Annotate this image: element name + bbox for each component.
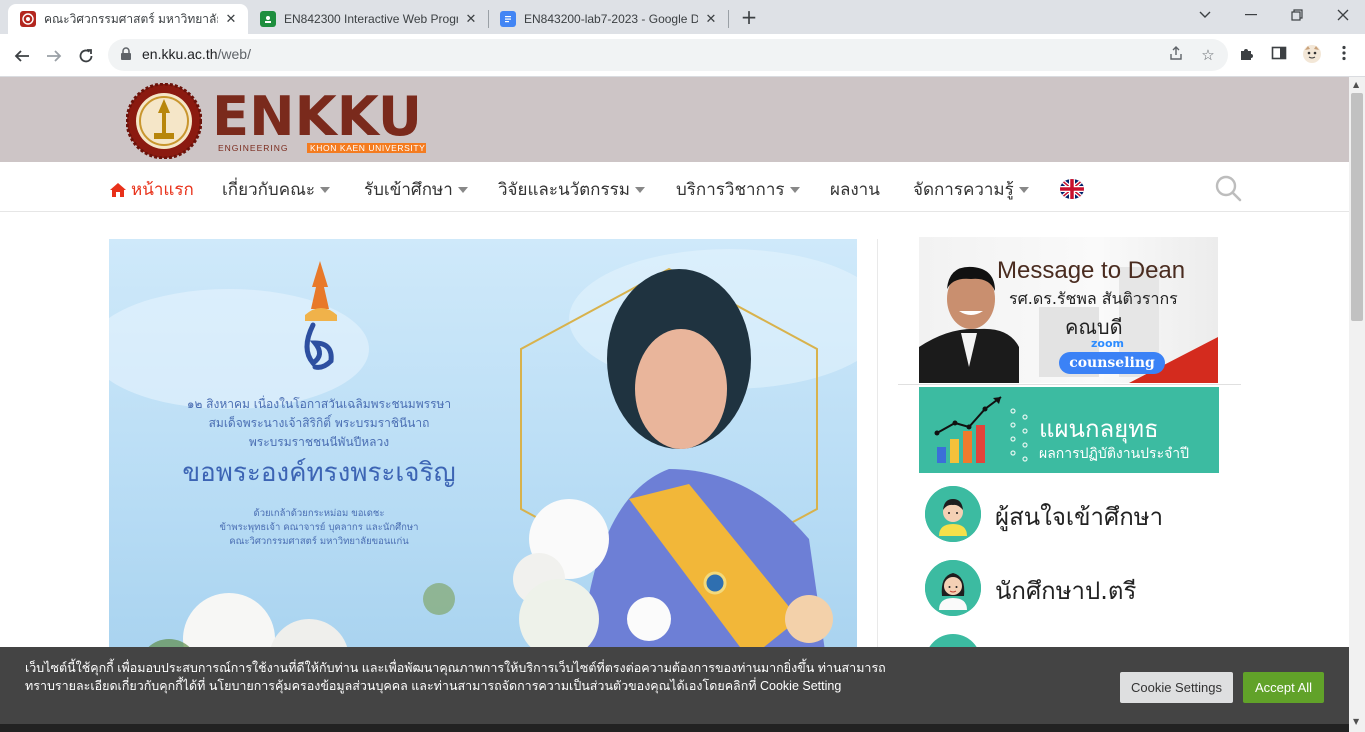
banner-headline: ขอพระองค์ทรงพระเจริญ (182, 458, 456, 488)
caret-down-icon (1018, 186, 1029, 193)
cookie-message: เว็บไซต์นี้ใช้คุกกี้ เพื่อมอบประสบการณ์ก… (25, 661, 886, 693)
close-tab-icon[interactable]: ✕ (222, 11, 240, 27)
tab-title: EN842300 Interactive Web Programming (284, 12, 458, 26)
nav-label: วิจัยและนวัตกรรม (498, 180, 630, 200)
restore-icon[interactable] (1274, 0, 1320, 30)
back-arrow-icon[interactable] (8, 42, 36, 70)
close-tab-icon[interactable]: ✕ (462, 11, 480, 27)
nav-label: หน้าแรก (131, 180, 194, 200)
tab-search-icon[interactable] (1182, 0, 1228, 30)
tab-separator (728, 10, 729, 28)
enkku-logo[interactable]: ENKKU ENGINEERING KHON KAEN UNIVERSITY (212, 87, 426, 153)
main-navigation: หน้าแรก เกี่ยวกับคณะ รับเข้าศึกษา วิจัยแ… (0, 162, 1349, 212)
search-icon[interactable] (1214, 174, 1242, 202)
google-docs-icon (500, 11, 516, 27)
banner-line-2: สมเด็จพระนางเจ้าสิริกิติ์ พระบรมราชินีนา… (208, 416, 430, 430)
hero-banner[interactable]: ๑๒ สิงหาคม เนื่องในโอกาสวันเฉลิมพระชนมพร… (109, 239, 857, 679)
reload-icon[interactable] (72, 42, 100, 70)
nav-label: บริการวิชาการ (676, 180, 785, 200)
growth-chart-icon (934, 396, 1028, 463)
accept-all-button[interactable]: Accept All (1243, 672, 1324, 703)
nav-label: ผลงาน (830, 180, 880, 200)
scroll-up-arrow-icon[interactable]: ▲ (1353, 80, 1359, 89)
caret-down-icon (634, 186, 645, 193)
caret-down-icon (457, 186, 468, 193)
page-viewport: ENKKU ENGINEERING KHON KAEN UNIVERSITY ห… (0, 77, 1349, 732)
side-panel-icon[interactable] (1267, 44, 1291, 68)
zoom-logo: zoom (1091, 337, 1124, 350)
new-tab-icon[interactable]: + (738, 4, 760, 30)
nav-label: รับเข้าศึกษา (364, 180, 453, 200)
google-classroom-icon (260, 11, 276, 27)
tab-google-docs[interactable]: EN843200-lab7-2023 - Google Docs ✕ (488, 4, 728, 34)
profile-avatar-icon[interactable] (1300, 44, 1324, 68)
nav-research[interactable]: วิจัยและนวัตกรรม (498, 176, 645, 203)
browser-toolbar: en.kku.ac.th/web/ ☆ (0, 34, 1365, 77)
scrollbar-thumb[interactable] (1351, 93, 1363, 321)
cookie-consent-bar: เว็บไซต์นี้ใช้คุกกี้ เพื่อมอบประสบการณ์ก… (0, 647, 1349, 724)
page-scrollbar[interactable]: ▲ ▼ (1349, 77, 1365, 732)
svg-text:KHON KAEN UNIVERSITY: KHON KAEN UNIVERSITY (310, 143, 425, 153)
nav-about[interactable]: เกี่ยวกับคณะ (222, 176, 330, 203)
url-text: en.kku.ac.th/web/ (142, 46, 251, 62)
strategy-subtitle: ผลการปฏิบัติงานประจำปี (1039, 446, 1190, 462)
quick-link-label: นักศึกษาป.ตรี (995, 577, 1137, 605)
nav-label: เกี่ยวกับคณะ (222, 180, 315, 200)
student-boy-icon (925, 486, 981, 542)
minimize-icon[interactable] (1228, 0, 1274, 30)
uk-flag-icon[interactable] (1060, 179, 1084, 199)
banner-sub-2: ข้าพระพุทธเจ้า คณาจารย์ บุคลากร และนักศึ… (219, 522, 419, 533)
kku-seal-logo[interactable] (126, 83, 202, 159)
banner-sub-1: ด้วยเกล้าด้วยกระหม่อม ขอเดชะ (253, 508, 385, 519)
sidebar-divider (898, 384, 1241, 385)
kku-favicon-icon (20, 11, 36, 27)
dean-message-card[interactable]: Message to Dean รศ.ดร.รัชพล สันติวรากร ค… (919, 237, 1218, 383)
dean-name: รศ.ดร.รัชพล สันติวรากร (1009, 289, 1178, 308)
home-icon (110, 182, 126, 197)
lock-icon[interactable] (120, 47, 132, 61)
nav-home[interactable]: หน้าแรก (109, 176, 194, 203)
browser-tab-bar: คณะวิศวกรรมศาสตร์ มหาวิทยาลัยขอนแก่น ✕ E… (0, 0, 1365, 34)
tab-kku[interactable]: คณะวิศวกรรมศาสตร์ มหาวิทยาลัยขอนแก่น ✕ (8, 4, 248, 34)
scroll-down-arrow-icon[interactable]: ▼ (1353, 717, 1359, 726)
close-tab-icon[interactable]: ✕ (702, 11, 720, 27)
quick-link-label: ผู้สนใจเข้าศึกษา (995, 503, 1164, 531)
page-below-cookie-bar (0, 724, 1349, 732)
site-header: ENKKU ENGINEERING KHON KAEN UNIVERSITY (0, 77, 1349, 162)
nav-knowledge-management[interactable]: จัดการความรู้ (913, 176, 1029, 203)
banner-line-3: พระบรมราชชนนีพันปีหลวง (248, 435, 390, 449)
cookie-settings-button[interactable]: Cookie Settings (1120, 672, 1233, 703)
close-window-icon[interactable] (1320, 0, 1365, 30)
extensions-puzzle-icon[interactable] (1235, 44, 1259, 68)
quick-link-prospective[interactable]: ผู้สนใจเข้าศึกษา (919, 482, 1219, 546)
bookmark-star-icon[interactable]: ☆ (1198, 45, 1218, 65)
tab-title: EN843200-lab7-2023 - Google Docs (524, 12, 698, 26)
nav-works[interactable]: ผลงาน (830, 176, 880, 203)
forward-arrow-icon[interactable] (40, 42, 68, 70)
quick-link-undergrad[interactable]: นักศึกษาป.ตรี (919, 556, 1219, 620)
nav-admission[interactable]: รับเข้าศึกษา (364, 176, 468, 203)
caret-down-icon (789, 186, 800, 193)
nav-label: จัดการความรู้ (913, 180, 1014, 200)
tab-title: คณะวิศวกรรมศาสตร์ มหาวิทยาลัยขอนแก่น (44, 11, 218, 26)
banner-sub-3: คณะวิศวกรรมศาสตร์ มหาวิทยาลัยขอนแก่น (229, 536, 409, 547)
counseling-badge: counseling (1059, 352, 1165, 374)
dean-title: Message to Dean (997, 257, 1186, 284)
address-bar[interactable]: en.kku.ac.th/web/ ☆ (108, 39, 1228, 71)
student-girl-icon (925, 560, 981, 616)
share-icon[interactable] (1166, 45, 1186, 65)
svg-text:ENGINEERING: ENGINEERING (218, 143, 289, 153)
caret-down-icon (319, 186, 330, 193)
nav-academic-service[interactable]: บริการวิชาการ (676, 176, 800, 203)
strategy-plan-card[interactable]: แผนกลยุทธ ผลการปฏิบัติงานประจำปี (919, 387, 1219, 473)
tab-classroom[interactable]: EN842300 Interactive Web Programming ✕ (248, 4, 488, 34)
banner-line-1: ๑๒ สิงหาคม เนื่องในโอกาสวันเฉลิมพระชนมพร… (186, 397, 452, 411)
chrome-menu-icon[interactable] (1332, 44, 1356, 68)
